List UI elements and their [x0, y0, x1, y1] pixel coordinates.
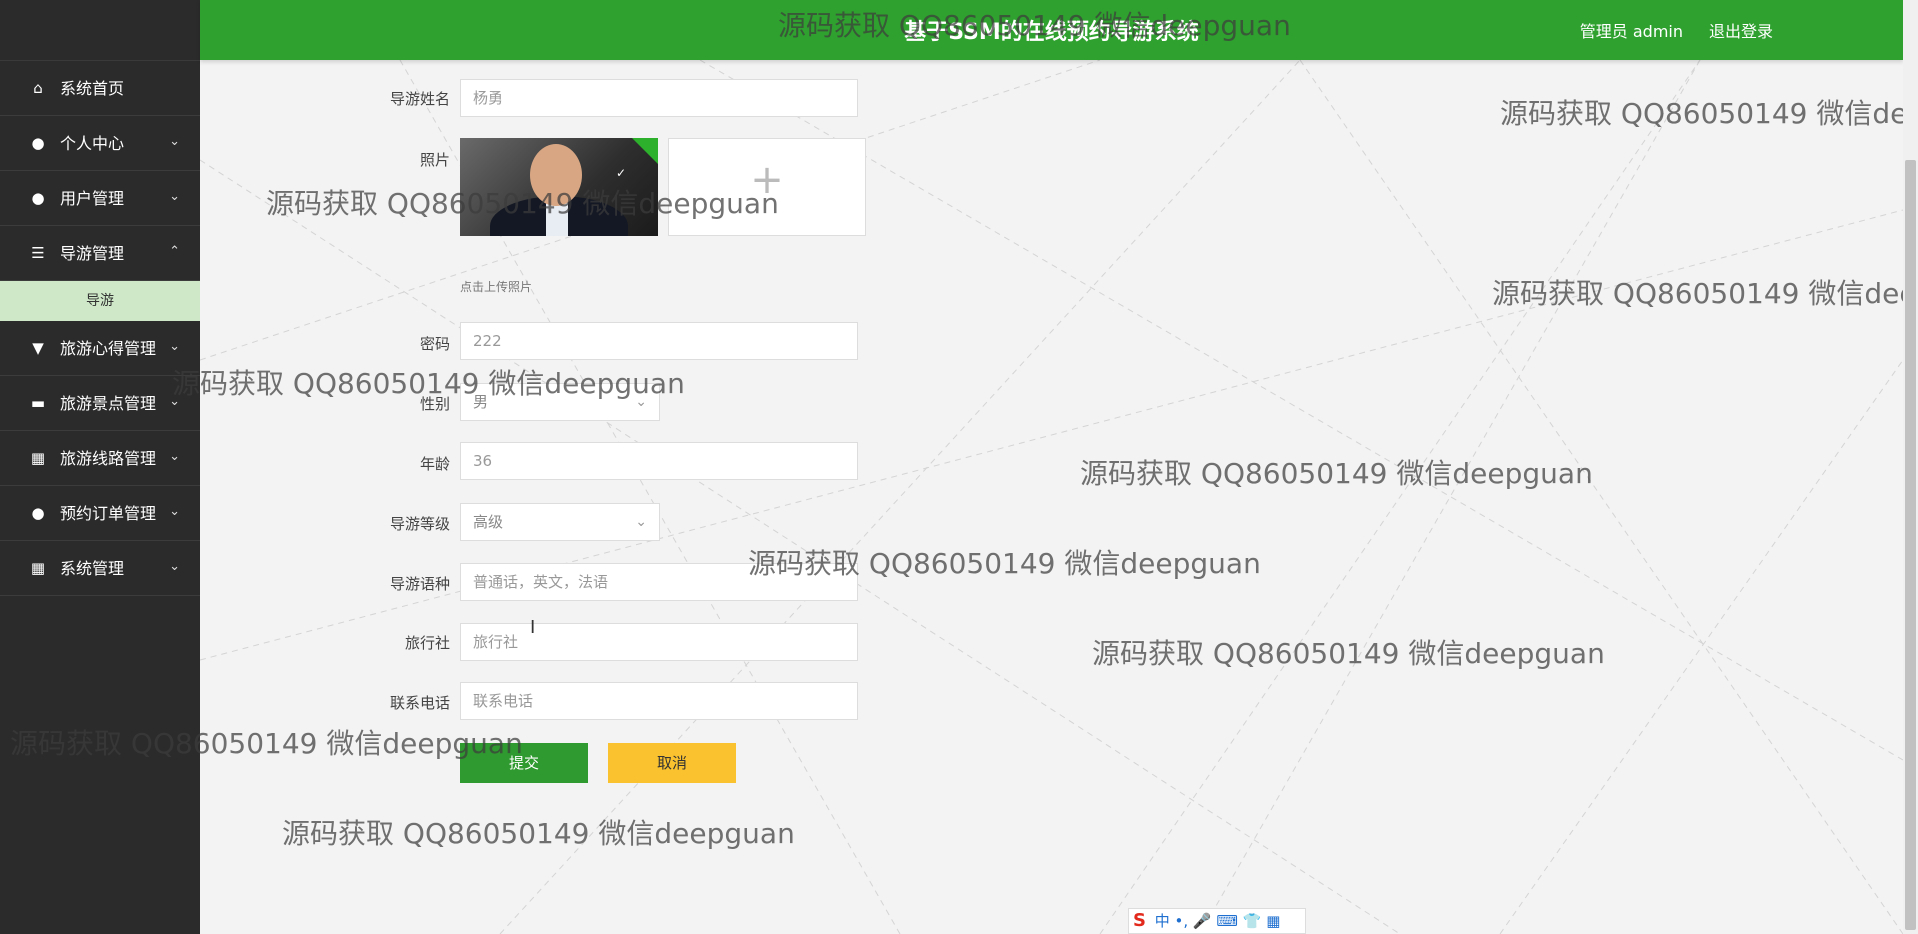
- sidebar-item-experiences[interactable]: ▼ 旅游心得管理 ⌄: [0, 321, 200, 376]
- sidebar-item-orders[interactable]: ● 预约订单管理 ⌄: [0, 486, 200, 541]
- logout-link[interactable]: 退出登录: [1709, 18, 1773, 42]
- password-input[interactable]: 222: [460, 322, 858, 360]
- sidebar-item-users[interactable]: ● 用户管理 ⌄: [0, 171, 200, 226]
- sliders-icon: ☰: [31, 244, 45, 262]
- agency-label: 旅行社: [404, 634, 450, 652]
- chevron-down-icon: ⌄: [169, 504, 180, 519]
- watermark: 源码获取 QQ86050149 微信deepguan: [282, 817, 795, 850]
- watermark: 源码获取 QQ86050149 微信deepguan: [1500, 97, 1918, 130]
- selected-corner: [632, 138, 658, 164]
- photo-label: 照片: [419, 151, 450, 169]
- watermark: 源码获取 QQ86050149 微信deepguan: [10, 727, 523, 760]
- sidebar-subitem-guide[interactable]: 导游: [0, 281, 200, 321]
- sidebar-item-label: 用户管理: [60, 189, 125, 208]
- sidebar-item-label: 个人中心: [60, 134, 125, 153]
- sidebar-item-label: 导游管理: [60, 244, 125, 263]
- sidebar-item-label: 旅游心得管理: [60, 339, 157, 358]
- watermark: 源码获取 QQ86050149 微信deepguan: [748, 547, 1261, 580]
- name-label: 导游姓名: [389, 90, 450, 108]
- bulb-icon: ●: [31, 504, 45, 522]
- grid-icon: ▦: [30, 559, 46, 577]
- sidebar-item-home[interactable]: ⌂ 系统首页: [0, 61, 200, 116]
- ime-logo: S: [1133, 910, 1146, 931]
- watermark: 源码获取 QQ86050149 微信deepguan: [1080, 457, 1593, 490]
- cancel-button[interactable]: 取消: [608, 743, 736, 783]
- chevron-down-icon: ⌄: [169, 449, 180, 464]
- sidebar-item-label: 旅游线路管理: [60, 449, 157, 468]
- vertical-scrollbar[interactable]: [1903, 0, 1918, 934]
- level-label: 导游等级: [389, 515, 450, 533]
- sidebar-item-label: 系统首页: [60, 79, 125, 98]
- watermark: 源码获取 QQ86050149 微信deepguan: [1492, 277, 1918, 310]
- upload-hint: 点击上传照片: [460, 280, 533, 294]
- chevron-down-icon: ⌄: [169, 189, 180, 204]
- grid-icon: ▦: [30, 449, 46, 467]
- watermark: 源码获取 QQ86050149 微信deepguan: [1092, 637, 1605, 670]
- phone-label: 联系电话: [389, 694, 450, 712]
- ticket-icon: ▬: [30, 394, 46, 412]
- language-label: 导游语种: [389, 575, 450, 593]
- level-value: 高级: [473, 513, 504, 531]
- sidebar-item-label: 系统管理: [60, 559, 125, 578]
- password-label: 密码: [419, 335, 450, 353]
- chevron-down-icon: ⌄: [169, 559, 180, 574]
- age-label: 年龄: [419, 455, 450, 473]
- text-cursor-icon: I: [530, 617, 536, 638]
- chevron-down-icon: ⌄: [169, 134, 180, 149]
- watermark: 源码获取 QQ86050149 微信deepguan: [172, 367, 685, 400]
- user-icon: ●: [31, 189, 45, 207]
- pin-icon: ▼: [32, 339, 44, 357]
- sidebar-item-routes[interactable]: ▦ 旅游线路管理 ⌄: [0, 431, 200, 486]
- phone-input[interactable]: 联系电话: [460, 682, 858, 720]
- home-icon: ⌂: [33, 79, 43, 97]
- watermark: 源码获取 QQ86050149 微信deepguan: [266, 187, 779, 220]
- sidebar-item-label: 预约订单管理: [60, 504, 157, 523]
- age-input[interactable]: 36: [460, 442, 858, 480]
- scrollbar-thumb[interactable]: [1905, 160, 1916, 930]
- sidebar-item-profile[interactable]: ● 个人中心 ⌄: [0, 116, 200, 171]
- sidebar: ⌂ 系统首页 ● 个人中心 ⌄ ● 用户管理 ⌄ ☰ 导游管理 ⌃ 导游 ▼ 旅…: [0, 0, 200, 934]
- sidebar-item-attractions[interactable]: ▬ 旅游景点管理 ⌄: [0, 376, 200, 431]
- ime-controls: 中 •, 🎤 ⌨ 👕 ▦: [1154, 912, 1281, 930]
- current-user: 管理员 admin: [1579, 22, 1683, 41]
- sidebar-item-guides[interactable]: ☰ 导游管理 ⌃: [0, 226, 200, 281]
- chevron-down-icon: ⌄: [635, 514, 647, 530]
- name-input[interactable]: 杨勇: [460, 79, 858, 117]
- sidebar-header: [0, 0, 200, 61]
- check-icon: ✓: [615, 166, 626, 180]
- sidebar-item-label: 旅游景点管理: [60, 394, 157, 413]
- ime-toolbar[interactable]: S 中 •, 🎤 ⌨ 👕 ▦: [1128, 908, 1306, 934]
- watermark: 源码获取 QQ86050149 微信deepguan: [778, 9, 1291, 42]
- agency-input[interactable]: 旅行社: [460, 623, 858, 661]
- chevron-up-icon: ⌃: [169, 244, 180, 259]
- user-icon: ●: [31, 134, 45, 152]
- sidebar-item-system[interactable]: ▦ 系统管理 ⌄: [0, 541, 200, 596]
- level-select[interactable]: 高级 ⌄: [460, 503, 660, 541]
